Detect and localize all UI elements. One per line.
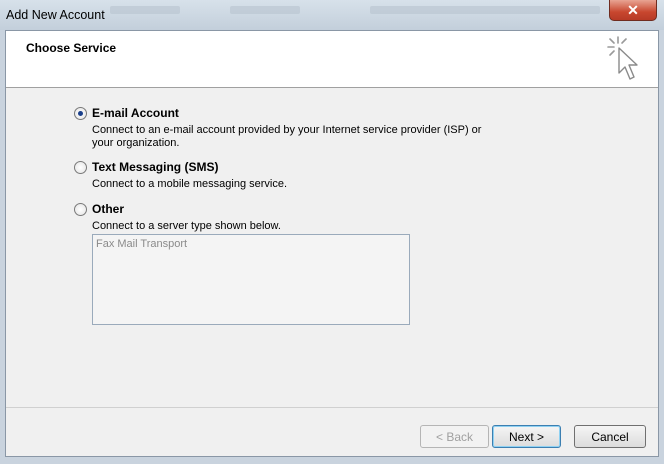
- background-blur: [370, 6, 600, 14]
- other-description: Connect to a server type shown below.: [92, 220, 281, 233]
- description-line: Connect to a mobile messaging service.: [92, 178, 288, 190]
- page-title: Choose Service: [26, 41, 117, 55]
- text-messaging-label[interactable]: Text Messaging (SMS): [92, 160, 218, 174]
- wizard-header: Choose Service: [6, 31, 658, 88]
- description-line: Connect to an e-mail account provided by…: [92, 124, 482, 136]
- description-line: Connect to a server type shown below.: [92, 220, 281, 232]
- back-button[interactable]: < Back: [420, 425, 489, 448]
- server-type-list[interactable]: Fax Mail Transport: [92, 234, 410, 325]
- email-account-radio[interactable]: [74, 107, 87, 120]
- wizard-cursor-icon: [607, 36, 638, 80]
- cancel-button[interactable]: Cancel: [574, 425, 646, 448]
- email-account-description: Connect to an e-mail account provided by…: [92, 124, 481, 150]
- divider: [6, 407, 658, 408]
- text-messaging-radio[interactable]: [74, 161, 87, 174]
- text-messaging-description: Connect to a mobile messaging service.: [92, 178, 287, 191]
- dialog-body: Choose Service E-mail Account Connect to…: [5, 30, 659, 457]
- description-line: your organization.: [92, 137, 180, 149]
- other-label[interactable]: Other: [92, 202, 124, 216]
- background-blur: [110, 6, 180, 14]
- background-blur: [230, 6, 300, 14]
- list-item[interactable]: Fax Mail Transport: [96, 238, 187, 250]
- other-radio[interactable]: [74, 203, 87, 216]
- email-account-label[interactable]: E-mail Account: [92, 106, 179, 120]
- close-button[interactable]: ✕: [609, 0, 657, 21]
- window-title: Add New Account: [6, 8, 105, 22]
- next-button[interactable]: Next >: [492, 425, 561, 448]
- title-bar: Add New Account ✕: [0, 0, 664, 30]
- close-icon: ✕: [627, 1, 639, 18]
